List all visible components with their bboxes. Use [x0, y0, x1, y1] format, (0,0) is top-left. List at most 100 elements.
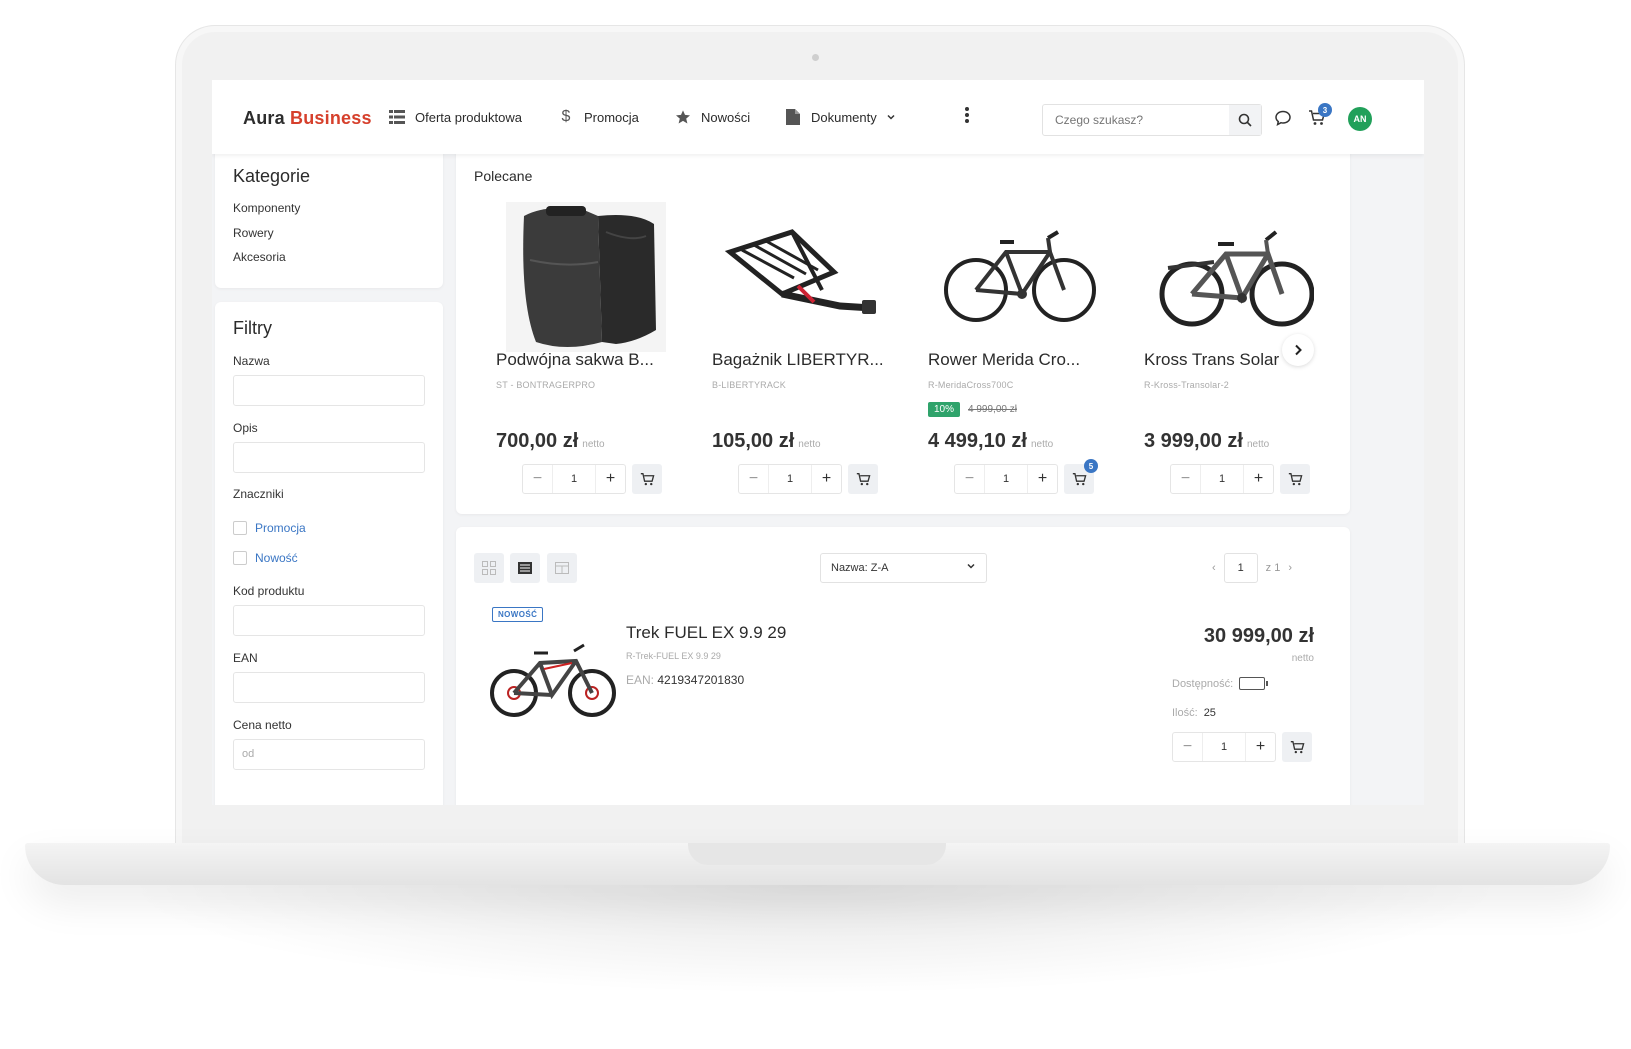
nav-promo[interactable]: $ Promocja	[557, 108, 639, 126]
logo[interactable]: Aura Business	[243, 108, 372, 129]
filter-ean-label: EAN	[233, 651, 258, 665]
filter-code-label: Kod produktu	[233, 584, 305, 598]
recommended-title: Polecane	[474, 168, 533, 184]
category-item[interactable]: Rowery	[233, 226, 300, 251]
listing-product-code: R-Trek-FUEL EX 9.9 29	[626, 651, 721, 661]
dollar-icon: $	[561, 108, 571, 125]
recommended-section: Polecane Podwójna sakwa B... ST - BONTRA…	[456, 148, 1350, 514]
battery-icon	[1239, 677, 1269, 690]
quantity-value[interactable]: 1	[769, 465, 811, 493]
filters-card: Filtry Nazwa Opis Znaczniki Promocja Now…	[215, 302, 443, 805]
more-menu-icon[interactable]	[964, 106, 970, 128]
next-page-icon[interactable]: ›	[1288, 562, 1292, 574]
product-code: R-MeridaCross700C	[928, 380, 1014, 390]
product-code: B-LIBERTYRACK	[712, 380, 786, 390]
product-name[interactable]: Rower Merida Cro...	[928, 350, 1118, 370]
categories-list: Komponenty Rowery Akcesoria	[233, 201, 300, 275]
nav-offer[interactable]: Oferta produktowa	[388, 108, 522, 126]
filter-promo-checkbox[interactable]: Promocja	[233, 521, 306, 535]
quantity-controls: − 1 +	[738, 464, 878, 494]
list-view-button[interactable]	[510, 553, 540, 583]
add-to-cart-button[interactable]: 5	[1064, 459, 1098, 494]
category-item[interactable]: Komponenty	[233, 201, 300, 226]
filter-price-from-input[interactable]: od	[233, 739, 425, 770]
category-item[interactable]: Akcesoria	[233, 250, 300, 275]
bicycle-image	[944, 230, 1096, 322]
quantity-controls: − 1 + 5	[954, 459, 1098, 494]
checkbox[interactable]	[233, 521, 247, 535]
categories-card: Kategorie Komponenty Rowery Akcesoria	[215, 148, 443, 288]
listing-quantity-controls: − 1 +	[1172, 732, 1312, 762]
list-icon	[388, 108, 406, 126]
nav-offer-label: Oferta produktowa	[415, 109, 522, 125]
avatar[interactable]: AN	[1348, 107, 1372, 131]
plus-button[interactable]: +	[1243, 465, 1273, 493]
in-cart-badge: 5	[1084, 459, 1098, 473]
product-name[interactable]: Podwójna sakwa B...	[496, 350, 686, 370]
cart-icon	[640, 472, 654, 485]
quantity-controls: − 1 +	[522, 464, 662, 494]
product-name[interactable]: Bagażnik LIBERTYR...	[712, 350, 902, 370]
minus-button[interactable]: −	[1173, 733, 1203, 761]
minus-button[interactable]: −	[739, 465, 769, 493]
quantity-value[interactable]: 1	[1201, 465, 1243, 493]
mountain-bike-image	[490, 643, 616, 717]
quantity-value[interactable]: 1	[553, 465, 595, 493]
add-to-cart-button[interactable]	[848, 464, 878, 494]
prev-page-icon[interactable]: ‹	[1212, 562, 1216, 574]
grid-icon	[482, 561, 496, 575]
cart-icon	[1290, 740, 1304, 753]
discount-badge: 10%	[928, 402, 961, 417]
grid-view-button[interactable]	[474, 553, 504, 583]
laptop-notch	[688, 843, 946, 865]
chevron-right-icon	[1295, 344, 1302, 356]
app-screen: Aura Business Oferta produktowa $ Promoc…	[212, 80, 1424, 805]
search-box	[1042, 104, 1262, 136]
filter-promo-label: Promocja	[255, 521, 306, 535]
minus-button[interactable]: −	[1171, 465, 1201, 493]
search-icon	[1238, 113, 1252, 127]
filter-name-input[interactable]	[233, 375, 425, 406]
quantity-value[interactable]: 1	[985, 465, 1027, 493]
carousel-next-button[interactable]	[1282, 334, 1314, 366]
plus-button[interactable]: +	[595, 465, 625, 493]
chevron-down-icon	[886, 110, 896, 125]
minus-button[interactable]: −	[523, 465, 553, 493]
top-header: Aura Business Oferta produktowa $ Promoc…	[212, 80, 1424, 154]
plus-button[interactable]: +	[811, 465, 841, 493]
add-to-cart-button[interactable]	[1282, 732, 1312, 762]
filter-new-checkbox[interactable]: Nowość	[233, 551, 298, 565]
cart-icon	[1288, 472, 1302, 485]
quantity-stepper: − 1 +	[1170, 464, 1274, 494]
page-input[interactable]: 1	[1223, 553, 1258, 583]
filter-name-label: Nazwa	[233, 354, 270, 368]
nav-new[interactable]: Nowości	[674, 108, 750, 126]
laptop-shadow	[120, 885, 1510, 995]
search-button[interactable]	[1229, 105, 1261, 135]
quantity-stepper: − 1 +	[1172, 732, 1276, 762]
checkbox[interactable]	[233, 551, 247, 565]
add-to-cart-button[interactable]	[632, 464, 662, 494]
filter-desc-input[interactable]	[233, 442, 425, 473]
quantity-stepper: − 1 +	[954, 464, 1058, 494]
filters-title: Filtry	[233, 318, 272, 338]
filter-desc-label: Opis	[233, 421, 258, 435]
listing-product-name[interactable]: Trek FUEL EX 9.9 29	[626, 623, 786, 643]
chevron-down-icon	[966, 561, 976, 574]
quantity-value[interactable]: 1	[1203, 733, 1245, 761]
plus-button[interactable]: +	[1245, 733, 1275, 761]
header-cart-button[interactable]: 3	[1308, 103, 1332, 132]
table-view-button[interactable]	[547, 553, 577, 583]
listing-product-ean: EAN: 4219347201830	[626, 673, 745, 687]
search-input[interactable]	[1043, 105, 1223, 135]
nav-promo-label: Promocja	[584, 109, 639, 125]
minus-button[interactable]: −	[955, 465, 985, 493]
filter-ean-input[interactable]	[233, 672, 425, 703]
sort-select[interactable]: Nazwa: Z-A	[820, 553, 987, 583]
plus-button[interactable]: +	[1027, 465, 1057, 493]
filter-code-input[interactable]	[233, 605, 425, 636]
nav-documents[interactable]: Dokumenty	[784, 108, 896, 126]
add-to-cart-button[interactable]	[1280, 464, 1310, 494]
chat-icon[interactable]	[1274, 109, 1292, 132]
filter-new-label: Nowość	[255, 551, 298, 565]
